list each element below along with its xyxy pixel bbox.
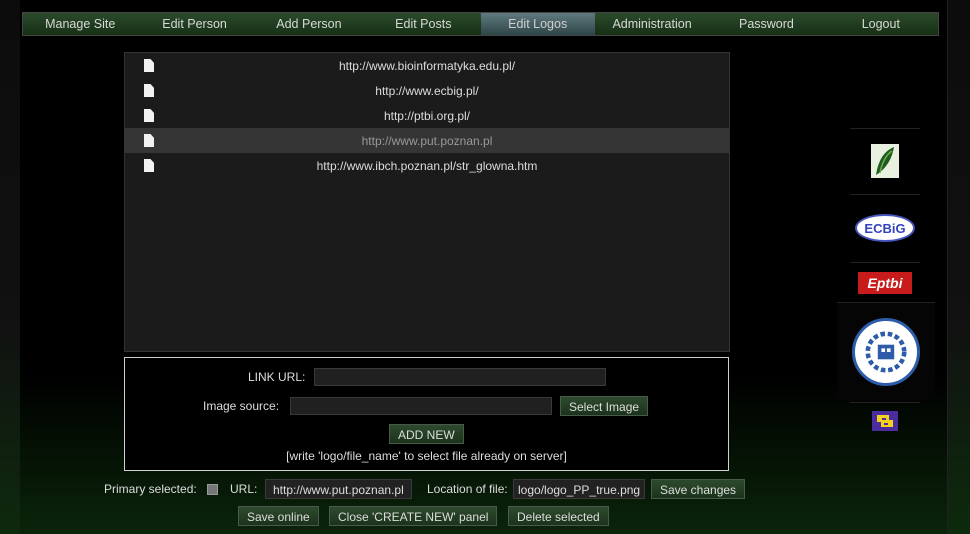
list-item-selected[interactable]: http://www.put.poznan.pl bbox=[125, 128, 729, 153]
nav-administration[interactable]: Administration bbox=[595, 13, 709, 35]
nav-edit-posts[interactable]: Edit Posts bbox=[366, 13, 480, 35]
list-item-url: http://www.ecbig.pl/ bbox=[375, 83, 479, 98]
image-source-hint: [write 'logo/file_name' to select file a… bbox=[286, 449, 567, 463]
selected-url-field[interactable]: http://www.put.poznan.pl bbox=[265, 479, 412, 499]
primary-selected-checkbox[interactable] bbox=[207, 484, 218, 495]
nav-manage-site[interactable]: Manage Site bbox=[23, 13, 137, 35]
nav-edit-person[interactable]: Edit Person bbox=[137, 13, 251, 35]
image-source-input[interactable] bbox=[290, 397, 552, 415]
ibch-logo[interactable] bbox=[850, 402, 920, 439]
list-item-url: http://www.bioinformatyka.edu.pl/ bbox=[338, 58, 516, 73]
university-seal-icon bbox=[852, 318, 920, 386]
list-item[interactable]: http://www.ecbig.pl/ bbox=[125, 78, 729, 103]
file-location-field[interactable]: logo/logo_PP_true.png bbox=[513, 479, 646, 499]
close-create-panel-button[interactable]: Close 'CREATE NEW' panel bbox=[329, 506, 498, 526]
list-item[interactable]: http://www.bioinformatyka.edu.pl/ bbox=[125, 53, 729, 78]
list-item[interactable]: http://www.ibch.poznan.pl/str_glowna.htm bbox=[125, 153, 729, 178]
ibch-icon bbox=[872, 411, 898, 431]
nav-edit-logos[interactable]: Edit Logos bbox=[480, 13, 595, 35]
add-new-button[interactable]: ADD NEW bbox=[389, 424, 464, 444]
primary-selected-label: Primary selected: bbox=[104, 482, 197, 496]
ptbi-logo[interactable]: Εptbi bbox=[850, 262, 920, 303]
list-item[interactable]: http://ptbi.org.pl/ bbox=[125, 103, 729, 128]
nav-add-person[interactable]: Add Person bbox=[252, 13, 366, 35]
ecbig-logo-mark: ECBiG bbox=[855, 214, 915, 242]
logo-list[interactable]: http://www.bioinformatyka.edu.pl/ http:/… bbox=[124, 52, 730, 352]
list-item-url: http://www.put.poznan.pl bbox=[361, 133, 493, 148]
right-frame bbox=[947, 0, 970, 534]
image-source-label: Image source: bbox=[203, 399, 280, 413]
main-nav: Manage Site Edit Person Add Person Edit … bbox=[22, 12, 939, 36]
location-label: Location of file: bbox=[427, 482, 508, 496]
ecbig-logo[interactable]: ECBiG bbox=[850, 194, 920, 261]
list-item-url: http://ptbi.org.pl/ bbox=[383, 108, 471, 123]
ptbi-logo-mark: Εptbi bbox=[858, 272, 912, 294]
create-new-panel: LINK URL: Image source: Select Image ADD… bbox=[124, 357, 729, 471]
url-label: URL: bbox=[230, 482, 258, 496]
link-url-label: LINK URL: bbox=[248, 370, 306, 384]
save-online-button[interactable]: Save online bbox=[238, 506, 319, 526]
leaf-icon bbox=[871, 144, 899, 178]
bioinformatyka-logo[interactable] bbox=[850, 128, 920, 193]
delete-selected-button[interactable]: Delete selected bbox=[508, 506, 609, 526]
select-image-button[interactable]: Select Image bbox=[560, 396, 649, 416]
nav-logout[interactable]: Logout bbox=[824, 13, 938, 35]
nav-password[interactable]: Password bbox=[709, 13, 823, 35]
put-logo[interactable] bbox=[837, 302, 935, 401]
link-url-input[interactable] bbox=[314, 368, 606, 386]
list-item-url: http://www.ibch.poznan.pl/str_glowna.htm bbox=[316, 158, 538, 173]
left-frame bbox=[0, 0, 20, 534]
save-changes-button[interactable]: Save changes bbox=[651, 479, 746, 499]
